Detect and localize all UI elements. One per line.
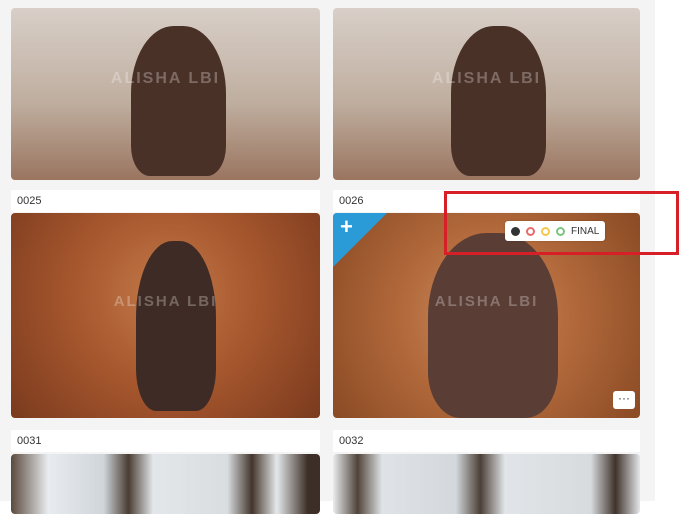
more-options-button[interactable]: ···	[613, 391, 635, 409]
photo-tile-0032[interactable]	[333, 454, 640, 514]
watermark-text: ALISHA LBI	[110, 70, 221, 87]
highlight-box	[444, 191, 679, 255]
photo-tile-0031[interactable]	[11, 454, 320, 514]
photo-number-label: 0025	[11, 190, 320, 212]
photo-number-label: 0032	[333, 430, 640, 452]
photo-number-label: 0031	[11, 430, 320, 452]
watermark-text: ALISHA LBI	[113, 293, 218, 310]
photo-tile-top-right[interactable]: ALISHA LBI	[333, 8, 640, 180]
watermark-text: ALISHA LBI	[431, 70, 542, 87]
photo-tile-0025[interactable]: ALISHA LBI	[11, 213, 320, 418]
photo-tile-top-left[interactable]: ALISHA LBI	[11, 8, 320, 180]
watermark-text: ALISHA LBI	[434, 293, 539, 310]
plus-icon[interactable]: +	[340, 214, 353, 240]
